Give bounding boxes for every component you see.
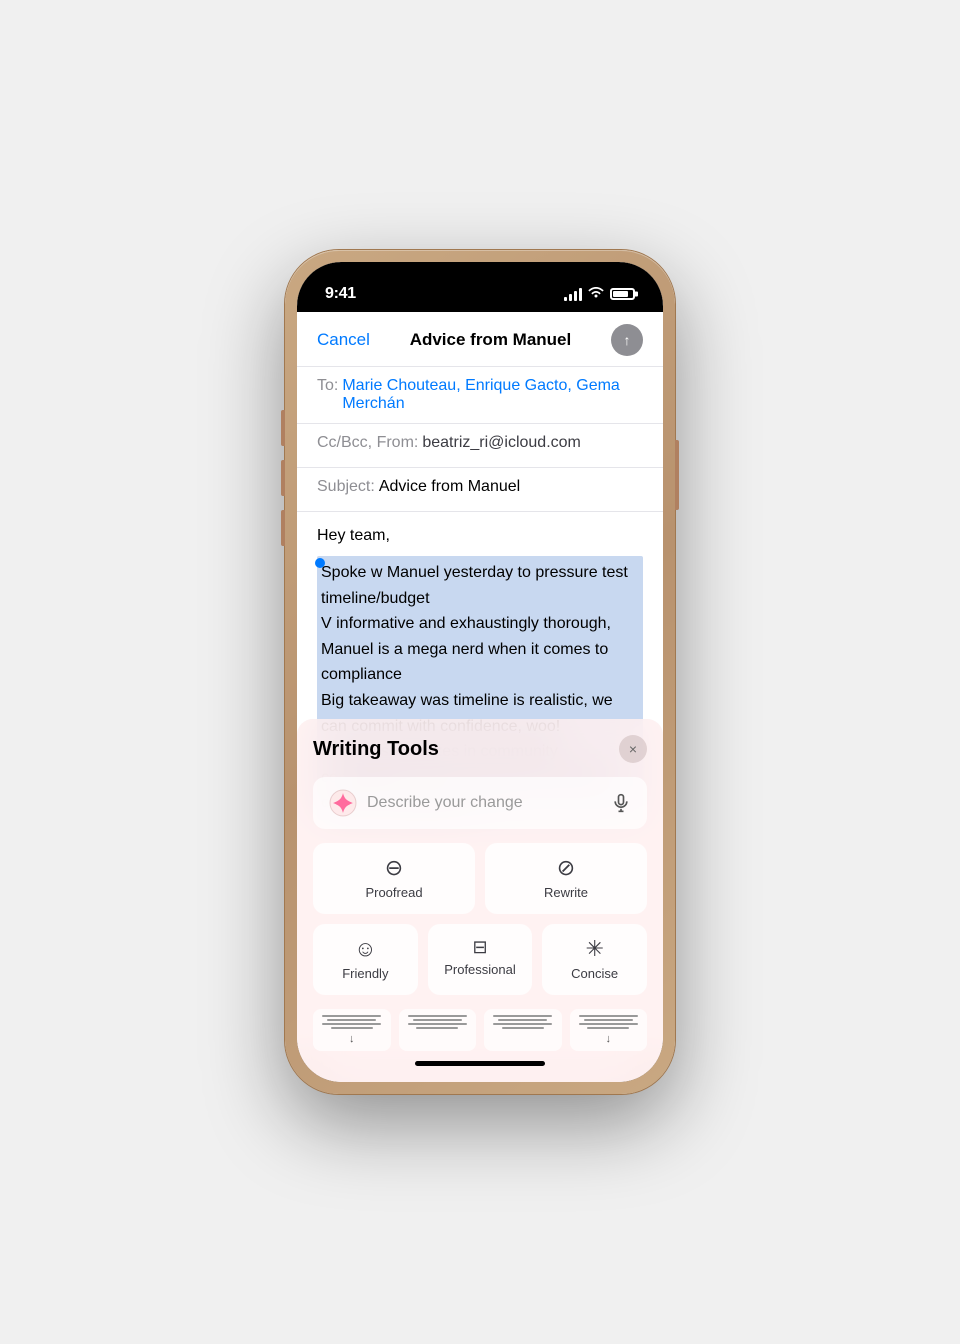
concise-button[interactable]: ✳ Concise xyxy=(542,924,647,995)
rewrite-icon: ⊘ xyxy=(557,857,575,879)
proofread-button[interactable]: ⊖ Proofread xyxy=(313,843,475,914)
home-indicator xyxy=(415,1061,545,1066)
friendly-button[interactable]: ☺ Friendly xyxy=(313,924,418,995)
proofread-icon: ⊖ xyxy=(385,857,403,879)
body-greeting: Hey team, xyxy=(317,524,643,548)
apple-intelligence-icon xyxy=(329,789,357,817)
ccbcc-field[interactable]: Cc/Bcc, From: beatriz_ri@icloud.com xyxy=(297,424,663,468)
rewrite-button[interactable]: ⊘ Rewrite xyxy=(485,843,647,914)
subject-label: Subject: xyxy=(317,478,375,496)
status-bar: 9:41 xyxy=(297,262,663,312)
keyboard-row: ↓ xyxy=(313,1009,647,1057)
writing-tools-header: Writing Tools × xyxy=(313,735,647,763)
chip-arrow-4: ↓ xyxy=(606,1033,612,1045)
battery-icon xyxy=(610,288,635,300)
status-time: 9:41 xyxy=(325,285,356,303)
describe-placeholder: Describe your change xyxy=(367,794,601,812)
tools-row-1: ⊖ Proofread ⊘ Rewrite xyxy=(313,843,647,914)
to-recipients: Marie Chouteau, Enrique Gacto, Gema Merc… xyxy=(342,377,643,413)
phone-screen: 9:41 xyxy=(297,262,663,1082)
mail-fields: To: Marie Chouteau, Enrique Gacto, Gema … xyxy=(297,367,663,512)
mic-icon[interactable] xyxy=(611,793,631,813)
to-field[interactable]: To: Marie Chouteau, Enrique Gacto, Gema … xyxy=(297,367,663,424)
proofread-label: Proofread xyxy=(365,885,422,900)
from-email: beatriz_ri@icloud.com xyxy=(422,434,643,452)
professional-icon: ⊟ xyxy=(472,938,487,956)
keyboard-chip-4[interactable]: ↓ xyxy=(570,1009,648,1051)
professional-button[interactable]: ⊟ Professional xyxy=(428,924,533,995)
ccbcc-label: Cc/Bcc, From: xyxy=(317,434,418,452)
cursor-start xyxy=(315,558,325,568)
phone-device: 9:41 xyxy=(285,250,675,1094)
rewrite-label: Rewrite xyxy=(544,885,588,900)
describe-input[interactable]: Describe your change xyxy=(313,777,647,829)
friendly-label: Friendly xyxy=(342,966,388,981)
concise-label: Concise xyxy=(571,966,618,981)
tools-grid: ⊖ Proofread ⊘ Rewrite ☺ xyxy=(313,843,647,995)
concise-icon: ✳ xyxy=(585,938,603,960)
status-icons xyxy=(564,287,635,302)
keyboard-chip-3[interactable] xyxy=(484,1009,562,1051)
mail-app: Cancel Advice from Manuel ↑ To: Marie Ch… xyxy=(297,312,663,1082)
subject-field[interactable]: Subject: Advice from Manuel xyxy=(297,468,663,512)
mail-title: Advice from Manuel xyxy=(410,330,572,350)
wifi-icon xyxy=(588,287,604,302)
screen-inner: 9:41 xyxy=(297,262,663,1082)
cancel-button[interactable]: Cancel xyxy=(317,330,370,350)
keyboard-chip-1[interactable]: ↓ xyxy=(313,1009,391,1051)
friendly-icon: ☺ xyxy=(354,938,376,960)
mail-header: Cancel Advice from Manuel ↑ xyxy=(297,312,663,367)
chip-arrow-1: ↓ xyxy=(349,1033,355,1045)
tools-row-2: ☺ Friendly ⊟ Professional ✳ Concise xyxy=(313,924,647,995)
subject-value: Advice from Manuel xyxy=(379,478,643,496)
writing-tools-title: Writing Tools xyxy=(313,738,439,761)
keyboard-chip-2[interactable] xyxy=(399,1009,477,1051)
to-label: To: xyxy=(317,377,338,395)
writing-tools-panel: Writing Tools × xyxy=(297,719,663,1082)
send-button[interactable]: ↑ xyxy=(611,324,643,356)
signal-icon xyxy=(564,288,582,301)
professional-label: Professional xyxy=(444,962,516,977)
close-button[interactable]: × xyxy=(619,735,647,763)
